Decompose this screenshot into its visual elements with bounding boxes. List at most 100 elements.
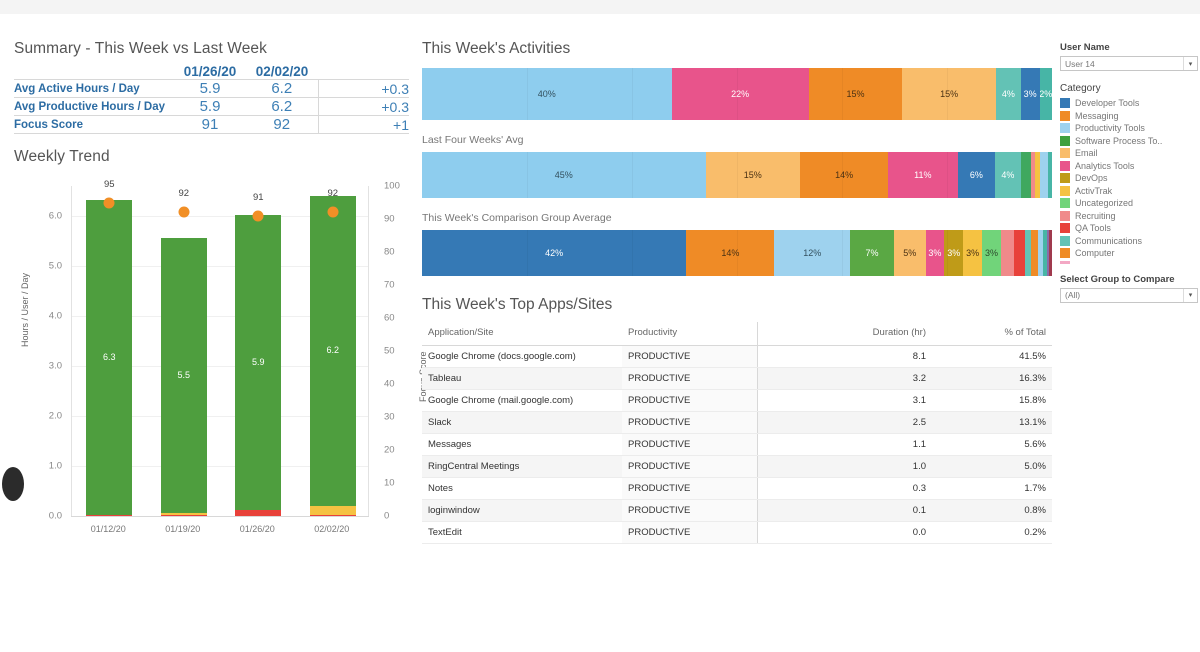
app-name-cell: TextEdit [422, 521, 622, 544]
legend-swatch-icon [1060, 98, 1070, 108]
focus-score-dot[interactable] [178, 206, 190, 218]
table-row[interactable]: Google Chrome (docs.google.com) PRODUCTIV… [422, 345, 1052, 368]
stack-segment[interactable]: 14% [800, 152, 889, 198]
y2-axis-tick: 100 [384, 180, 400, 192]
legend-item[interactable]: QA Tools [1060, 223, 1200, 233]
apps-col-application[interactable]: Application/Site [422, 322, 622, 346]
dashboard-root: Summary - This Week vs Last Week 01/26/2… [0, 0, 1200, 652]
stack-segment[interactable]: 42% [422, 230, 687, 276]
stack-segment[interactable]: 3% [982, 230, 1001, 276]
stack-segment[interactable]: 15% [705, 152, 800, 198]
stack-segment[interactable]: 12% [774, 230, 850, 276]
table-row[interactable]: Notes PRODUCTIVE 0.3 1.7% [422, 477, 1052, 500]
y2-axis-tick: 0 [384, 510, 390, 522]
legend-item[interactable]: Email [1060, 148, 1200, 158]
app-duration-cell: 1.0 [756, 455, 932, 478]
stack-segment[interactable]: 3% [925, 230, 945, 276]
legend-swatch-icon [1060, 160, 1070, 171]
table-row[interactable]: TextEdit PRODUCTIVE 0.0 0.2% [422, 521, 1052, 544]
this-weeks-activities-bar[interactable]: 40% 22% 15% 15% 4% 3% 2% [422, 68, 1052, 120]
stack-gridline [631, 230, 633, 276]
stack-segment[interactable]: 4% [995, 68, 1021, 120]
group-compare-select[interactable]: (All) ▾ [1060, 287, 1198, 303]
top-apps-table: Application/Site Productivity Duration (… [422, 322, 1052, 544]
user-name-select[interactable]: User 14 ▾ [1060, 56, 1198, 71]
stack-gridline [736, 152, 738, 198]
app-duration-cell: 0.0 [756, 521, 932, 544]
stack-segment[interactable]: 6% [957, 152, 996, 198]
apps-col-percent[interactable]: % of Total [932, 322, 1052, 346]
table-row[interactable]: loginwindow PRODUCTIVE 0.1 0.8% [422, 499, 1052, 522]
last-four-weeks-avg-bar[interactable]: 45% 15% 14% 11% 6% 4% [422, 152, 1052, 198]
app-name-cell: Slack [422, 411, 622, 434]
app-percent-cell: 1.7% [932, 477, 1052, 500]
legend-item[interactable]: DevOps [1060, 173, 1200, 183]
stack-segment[interactable] [1013, 230, 1025, 276]
legend-item[interactable]: Productivity Tools [1060, 123, 1200, 133]
app-name-cell: Notes [422, 477, 622, 500]
stack-segment[interactable]: 45% [422, 152, 706, 198]
apps-col-duration[interactable]: Duration (hr) [756, 322, 932, 346]
stack-segment[interactable]: 5% [894, 230, 926, 276]
app-productivity-cell: PRODUCTIVE [622, 521, 757, 544]
focus-score-dot[interactable] [252, 210, 264, 222]
table-row[interactable]: RingCentral Meetings PRODUCTIVE 1.0 5.0% [422, 455, 1052, 478]
stack-segment[interactable]: 3% [1020, 68, 1040, 120]
app-percent-cell: 0.2% [932, 521, 1052, 544]
app-name-cell: loginwindow [422, 499, 622, 522]
x-axis-tick: 02/02/20 [314, 524, 350, 534]
legend-label: Communications [1075, 235, 1143, 246]
y-axis-tick: 0.0 [48, 510, 62, 522]
stack-segment[interactable] [1047, 152, 1052, 198]
stack-segment[interactable]: 15% [902, 68, 996, 120]
stack-segment[interactable]: 22% [671, 68, 809, 120]
summary-row-delta: +1 [317, 115, 409, 134]
stack-segment[interactable]: 7% [849, 230, 895, 276]
stack-segment[interactable] [1040, 152, 1048, 198]
legend-label: QA Tools [1075, 223, 1111, 233]
summary-row-curr: 6.2 [246, 79, 318, 98]
stack-segment[interactable]: 40% [422, 68, 672, 120]
stack-gridline [736, 68, 738, 120]
legend-swatch-icon [1060, 148, 1070, 158]
legend-item[interactable]: Analytics Tools [1060, 160, 1200, 171]
focus-score-label: 91 [252, 191, 264, 203]
stack-segment[interactable]: 14% [686, 230, 775, 276]
summary-col-curr: 02/02/20 [255, 64, 309, 79]
table-row[interactable]: Tableau PRODUCTIVE 3.2 16.3% [422, 367, 1052, 390]
legend-item[interactable]: Messaging [1060, 110, 1200, 121]
legend-item[interactable]: Computer [1060, 248, 1200, 258]
legend-item[interactable]: Uncategorized [1060, 198, 1200, 208]
chevron-down-icon-2[interactable]: ▾ [1183, 288, 1197, 302]
legend-label: DevOps [1075, 173, 1108, 183]
y2-axis-tick: 40 [384, 378, 395, 390]
chevron-down-icon[interactable]: ▾ [1183, 57, 1197, 70]
legend-item[interactable]: ActivTrak [1060, 185, 1200, 196]
focus-score-dot[interactable] [327, 206, 339, 218]
app-percent-cell: 5.0% [932, 455, 1052, 478]
focus-score-dot[interactable] [103, 197, 115, 208]
legend-item[interactable]: Software Process To.. [1060, 135, 1200, 146]
legend-item[interactable]: Recruiting [1060, 210, 1200, 221]
legend-label: Messaging [1075, 110, 1119, 121]
stack-segment[interactable] [1049, 230, 1052, 276]
table-row[interactable]: Messages PRODUCTIVE 1.1 5.6% [422, 433, 1052, 456]
apps-header-row: Application/Site Productivity Duration (… [422, 322, 1052, 346]
stack-segment[interactable]: 15% [808, 68, 903, 120]
stack-segment[interactable] [1020, 152, 1031, 198]
apps-col-productivity[interactable]: Productivity [622, 322, 757, 346]
legend-item[interactable]: Developer Tools [1060, 98, 1200, 108]
stack-segment[interactable] [1001, 230, 1014, 276]
legend-swatch-icon [1060, 173, 1070, 183]
legend-item[interactable]: Communications [1060, 235, 1200, 246]
table-row[interactable]: Google Chrome (mail.google.com) PRODUCTIV… [422, 389, 1052, 412]
stack-segment[interactable]: 4% [995, 152, 1021, 198]
comparison-group-average-bar[interactable]: 42% 14% 12% 7% 5% 3% 3% 3% 3% [422, 230, 1052, 276]
cut-off-circle-icon [2, 467, 24, 501]
table-row[interactable]: Slack PRODUCTIVE 2.5 13.1% [422, 411, 1052, 434]
stack-gridline [946, 152, 948, 198]
stack-segment[interactable]: 3% [963, 230, 983, 276]
stack-gridline [526, 230, 528, 276]
summary-row-delta: +0.3 [317, 97, 409, 116]
stack-segment[interactable]: 2% [1039, 68, 1052, 120]
